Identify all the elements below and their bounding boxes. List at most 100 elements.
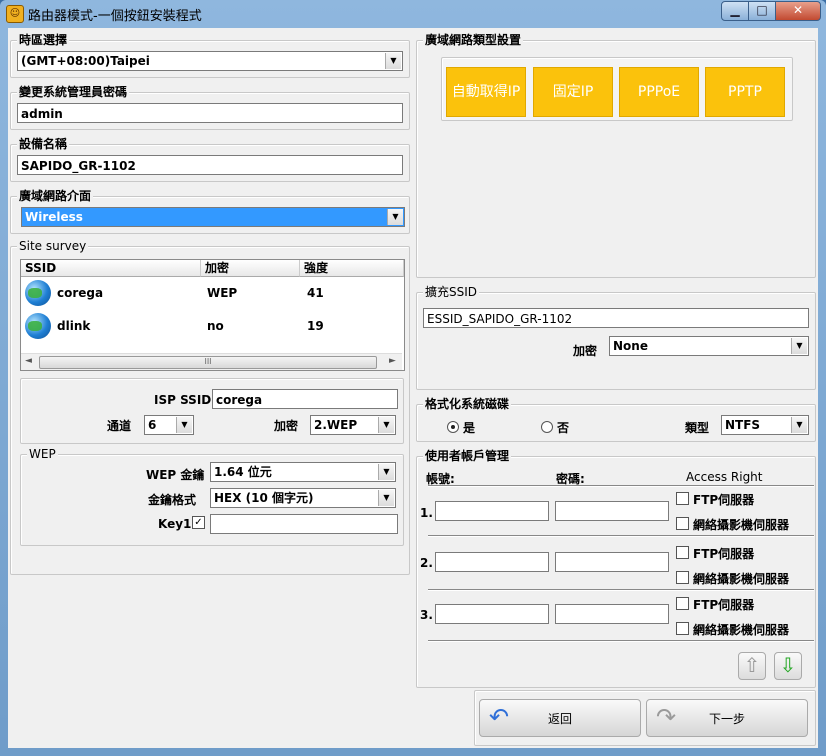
wep-key-select[interactable]: 1.64 位元 ▼ bbox=[210, 462, 396, 482]
webcam-checkbox[interactable] bbox=[676, 571, 689, 584]
wan-interface-select[interactable]: Wireless ▼ bbox=[21, 207, 405, 227]
divider bbox=[428, 485, 814, 487]
close-button[interactable]: ✕ bbox=[775, 1, 821, 21]
divider bbox=[428, 589, 814, 591]
wan-interface-label: 廣域網路介面 bbox=[17, 189, 94, 203]
divider bbox=[428, 535, 814, 537]
account-field[interactable] bbox=[435, 501, 549, 521]
ext-ssid-field[interactable]: ESSID_SAPIDO_GR-1102 bbox=[423, 308, 809, 328]
minimize-button[interactable]: ▁ bbox=[721, 1, 749, 21]
admin-password-field[interactable]: admin bbox=[17, 103, 403, 123]
ftp-label: FTP伺服器 bbox=[693, 493, 755, 507]
network-globe-icon bbox=[25, 313, 51, 339]
list-item[interactable]: dlink no 19 bbox=[21, 311, 402, 344]
account-field[interactable] bbox=[435, 604, 549, 624]
encryption-cell: no bbox=[207, 319, 224, 333]
encryption-cell: WEP bbox=[207, 286, 238, 300]
static-ip-button[interactable]: 固定IP bbox=[533, 67, 613, 117]
auto-ip-button[interactable]: 自動取得IP bbox=[446, 67, 526, 117]
ssid-cell: dlink bbox=[57, 319, 91, 333]
wan-type-label: 廣域網路類型設置 bbox=[423, 33, 524, 47]
ext-encryption-select[interactable]: None ▼ bbox=[609, 336, 809, 356]
title-bar[interactable]: ☺ 路由器模式-一個按鈕安裝程式 ▁ □ ✕ bbox=[0, 0, 826, 28]
next-button[interactable]: ↷ 下一步 bbox=[646, 699, 808, 737]
fs-type-select[interactable]: NTFS ▼ bbox=[721, 415, 809, 435]
key1-field[interactable] bbox=[210, 514, 398, 534]
isp-encryption-label: 加密 bbox=[274, 419, 299, 433]
pptp-button[interactable]: PPTP bbox=[705, 67, 785, 117]
account-row-number: 3. bbox=[420, 608, 433, 622]
isp-ssid-label: ISP SSID bbox=[154, 393, 212, 407]
chevron-down-icon[interactable]: ▼ bbox=[378, 417, 394, 433]
chevron-down-icon[interactable]: ▼ bbox=[378, 464, 394, 480]
chevron-down-icon[interactable]: ▼ bbox=[791, 338, 807, 354]
account-row-number: 1. bbox=[420, 506, 433, 520]
format-yes-radio[interactable] bbox=[447, 421, 459, 433]
account-field[interactable] bbox=[435, 552, 549, 572]
key1-checkbox[interactable]: ✓ bbox=[192, 516, 205, 529]
key-format-select[interactable]: HEX (10 個字元) ▼ bbox=[210, 488, 396, 508]
chevron-down-icon[interactable]: ▼ bbox=[387, 209, 403, 225]
wep-key-label: WEP 金鑰 bbox=[146, 468, 205, 482]
col-encryption[interactable]: 加密 bbox=[201, 260, 300, 277]
back-label: 返回 bbox=[547, 712, 572, 726]
password-field[interactable] bbox=[555, 501, 669, 521]
chevron-down-icon[interactable]: ▼ bbox=[791, 417, 807, 433]
col-ssid[interactable]: SSID bbox=[21, 260, 201, 277]
format-no-label: 否 bbox=[557, 421, 570, 435]
scrollbar-thumb[interactable]: III bbox=[39, 356, 377, 369]
format-no-radio[interactable] bbox=[541, 421, 553, 433]
webcam-checkbox[interactable] bbox=[676, 517, 689, 530]
horizontal-scrollbar[interactable]: ◄ III ► bbox=[21, 353, 402, 370]
ext-ssid-group: 擴充SSID ESSID_SAPIDO_GR-1102 加密 None ▼ bbox=[416, 285, 816, 390]
site-survey-label: Site survey bbox=[17, 239, 89, 253]
app-window: ☺ 路由器模式-一個按鈕安裝程式 ▁ □ ✕ 時區選擇 (GMT+08:00)T… bbox=[0, 0, 826, 756]
chevron-down-icon[interactable]: ▼ bbox=[176, 417, 192, 433]
isp-encryption-select[interactable]: 2.WEP ▼ bbox=[310, 415, 396, 435]
ssid-cell: corega bbox=[57, 286, 104, 300]
key1-label: Key1 bbox=[158, 517, 192, 531]
password-field[interactable] bbox=[555, 552, 669, 572]
list-item[interactable]: corega WEP 41 bbox=[21, 278, 402, 311]
format-yes-label: 是 bbox=[463, 421, 476, 435]
move-up-button[interactable]: ⇧ bbox=[738, 652, 766, 680]
ftp-checkbox[interactable] bbox=[676, 492, 689, 505]
maximize-button[interactable]: □ bbox=[748, 1, 776, 21]
site-survey-list[interactable]: SSID 加密 強度 corega WEP 41 dlink no 19 ◄ I… bbox=[20, 259, 405, 371]
window-title: 路由器模式-一個按鈕安裝程式 bbox=[28, 9, 202, 24]
webcam-label: 網絡攝影機伺服器 bbox=[693, 572, 790, 586]
timezone-select[interactable]: (GMT+08:00)Taipei ▼ bbox=[17, 51, 403, 71]
client-area: 時區選擇 (GMT+08:00)Taipei ▼ 變更系統管理員密碼 admin… bbox=[8, 28, 818, 748]
fs-type-label: 類型 bbox=[685, 421, 710, 435]
format-disk-label: 格式化系統磁碟 bbox=[423, 397, 512, 411]
password-field[interactable] bbox=[555, 604, 669, 624]
ext-ssid-label: 擴充SSID bbox=[423, 285, 480, 299]
ext-encryption-value: None bbox=[613, 339, 648, 353]
move-down-button[interactable]: ⇩ bbox=[774, 652, 802, 680]
admin-password-group: 變更系統管理員密碼 admin bbox=[10, 85, 410, 130]
key-format-label: 金鑰格式 bbox=[148, 493, 197, 507]
scroll-left-icon[interactable]: ◄ bbox=[25, 356, 32, 366]
ftp-label: FTP伺服器 bbox=[693, 547, 755, 561]
pppoe-button[interactable]: PPPoE bbox=[619, 67, 699, 117]
channel-select[interactable]: 6 ▼ bbox=[144, 415, 194, 435]
ext-encryption-label: 加密 bbox=[573, 344, 598, 358]
device-name-field[interactable]: SAPIDO_GR-1102 bbox=[17, 155, 403, 175]
wan-interface-value: Wireless bbox=[25, 210, 83, 224]
wep-key-value: 1.64 位元 bbox=[214, 465, 272, 479]
chevron-down-icon[interactable]: ▼ bbox=[378, 490, 394, 506]
webcam-label: 網絡攝影機伺服器 bbox=[693, 623, 790, 637]
col-strength[interactable]: 強度 bbox=[300, 260, 404, 277]
scroll-right-icon[interactable]: ► bbox=[389, 356, 396, 366]
ftp-checkbox[interactable] bbox=[676, 597, 689, 610]
chevron-down-icon[interactable]: ▼ bbox=[385, 53, 401, 69]
back-button[interactable]: ↶ 返回 bbox=[479, 699, 641, 737]
channel-value: 6 bbox=[148, 418, 157, 432]
ftp-checkbox[interactable] bbox=[676, 546, 689, 559]
device-name-group: 設備名稱 SAPIDO_GR-1102 bbox=[10, 137, 410, 182]
webcam-checkbox[interactable] bbox=[676, 622, 689, 635]
channel-label: 通道 bbox=[107, 419, 132, 433]
key-format-value: HEX (10 個字元) bbox=[214, 491, 314, 505]
isp-ssid-field[interactable]: corega bbox=[212, 389, 398, 409]
access-right-header: Access Right bbox=[686, 470, 763, 484]
